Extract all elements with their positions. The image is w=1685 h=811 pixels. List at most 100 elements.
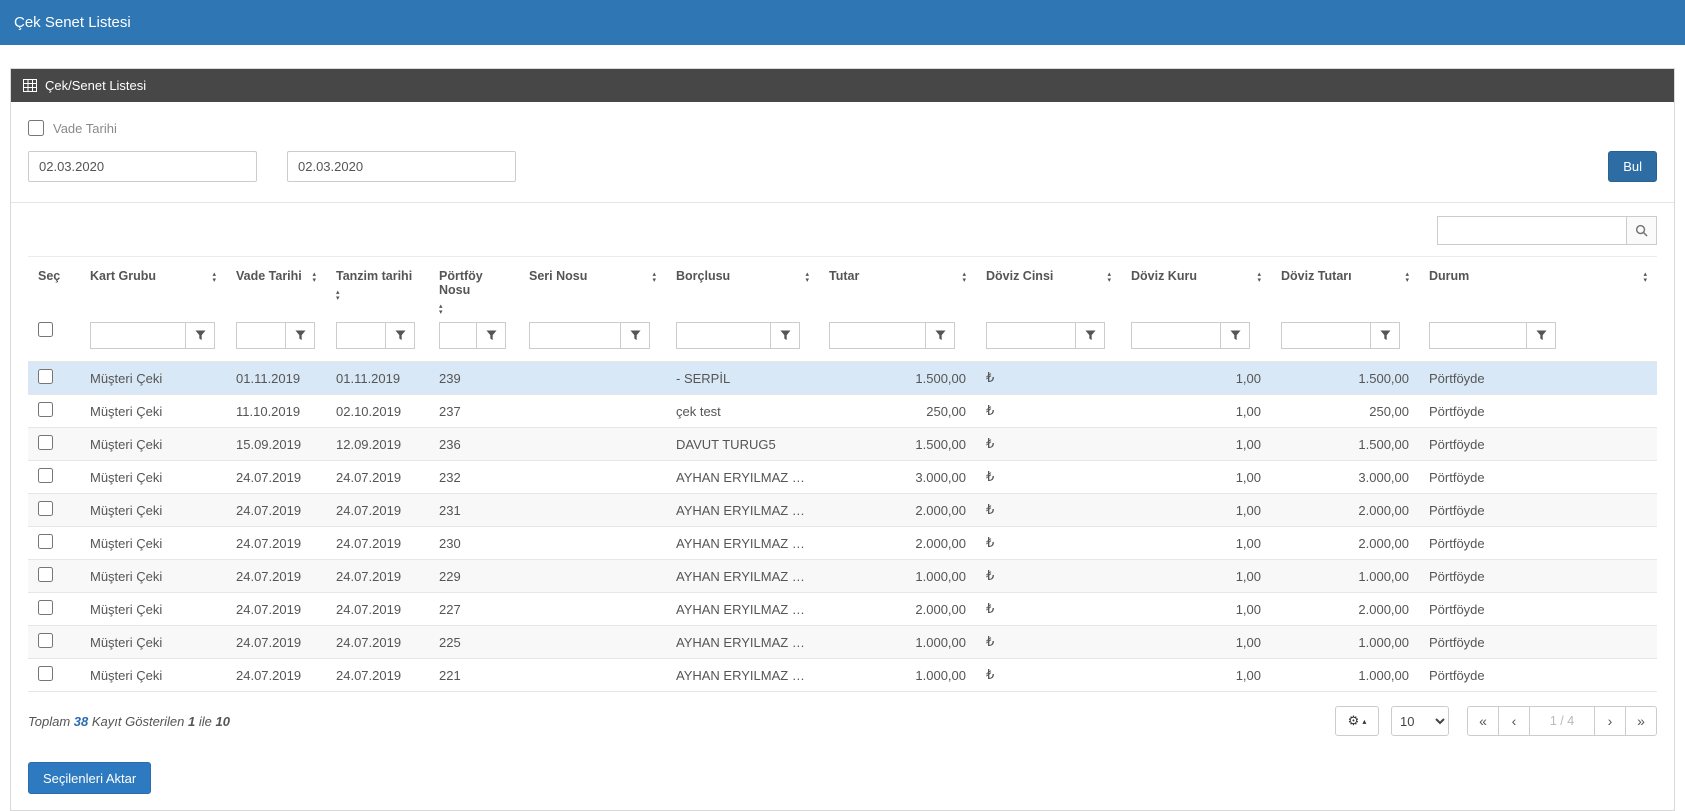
- cell-borclusu: çek test: [666, 395, 819, 428]
- cell-durum: Pörtföyde: [1419, 659, 1657, 692]
- gear-icon: ⚙: [1348, 713, 1360, 729]
- cell-portfoy-nosu: 230: [429, 527, 519, 560]
- column-header-doviz-cinsi[interactable]: Döviz Cinsi▴▾: [976, 257, 1121, 321]
- cell-doviz-tutari: 250,00: [1271, 395, 1419, 428]
- cell-doviz-kuru: 1,00: [1121, 626, 1271, 659]
- filter-button-seri-nosu[interactable]: [620, 322, 650, 349]
- column-label: Döviz Tutarı: [1281, 269, 1352, 283]
- column-header-vade-tarihi[interactable]: Vade Tarihi▴▾: [226, 257, 326, 321]
- column-header-durum[interactable]: Durum▴▾: [1419, 257, 1657, 321]
- filter-button-doviz-kuru[interactable]: [1220, 322, 1250, 349]
- column-header-tutar[interactable]: Tutar▴▾: [819, 257, 976, 321]
- cell-vade-tarihi: 15.09.2019: [226, 428, 326, 461]
- funnel-icon: [486, 330, 497, 341]
- select-all-checkbox[interactable]: [38, 322, 53, 337]
- filter-input-doviz-cinsi[interactable]: [986, 322, 1076, 349]
- filter-input-doviz-kuru[interactable]: [1131, 322, 1221, 349]
- search-input[interactable]: [1437, 216, 1627, 245]
- filter-input-tutar[interactable]: [829, 322, 926, 349]
- prev-page-button[interactable]: ‹: [1498, 706, 1530, 736]
- cell-kart-grubu: Müşteri Çeki: [80, 527, 226, 560]
- funnel-icon: [630, 330, 641, 341]
- table-row[interactable]: Müşteri Çeki15.09.201912.09.2019236DAVUT…: [28, 428, 1657, 461]
- column-label: Kart Grubu: [90, 269, 156, 283]
- sort-icon: ▴▾: [1257, 269, 1261, 284]
- filter-input-doviz-tutari[interactable]: [1281, 322, 1371, 349]
- filter-input-portfoy-nosu[interactable]: [439, 322, 477, 349]
- cell-durum: Pörtföyde: [1419, 395, 1657, 428]
- transfer-selected-button[interactable]: Seçilenleri Aktar: [28, 762, 151, 794]
- cell-tanzim-tarihi: 12.09.2019: [326, 428, 429, 461]
- sort-icon: ▴▾: [336, 287, 340, 302]
- column-header-borclusu[interactable]: Borçlusu▴▾: [666, 257, 819, 321]
- table-row[interactable]: Müşteri Çeki11.10.201902.10.2019237çek t…: [28, 395, 1657, 428]
- cell-portfoy-nosu: 232: [429, 461, 519, 494]
- settings-button[interactable]: ⚙ ▴: [1335, 706, 1379, 736]
- column-header-kart-grubu[interactable]: Kart Grubu▴▾: [80, 257, 226, 321]
- search-button[interactable]: [1626, 216, 1657, 245]
- row-checkbox[interactable]: [38, 666, 53, 681]
- cell-doviz-kuru: 1,00: [1121, 494, 1271, 527]
- vade-tarihi-checkbox[interactable]: [28, 120, 44, 136]
- next-page-button[interactable]: ›: [1594, 706, 1626, 736]
- column-header-doviz-kuru[interactable]: Döviz Kuru▴▾: [1121, 257, 1271, 321]
- filter-button-durum[interactable]: [1526, 322, 1556, 349]
- row-checkbox[interactable]: [38, 369, 53, 384]
- filter-input-seri-nosu[interactable]: [529, 322, 621, 349]
- filter-input-borclusu[interactable]: [676, 322, 771, 349]
- cell-tutar: 2.000,00: [819, 527, 976, 560]
- table-row[interactable]: Müşteri Çeki24.07.201924.07.2019232AYHAN…: [28, 461, 1657, 494]
- first-page-button[interactable]: «: [1467, 706, 1499, 736]
- filter-button-vade-tarihi[interactable]: [285, 322, 315, 349]
- column-header-portfoy-nosu[interactable]: Pörtföy Nosu▴▾: [429, 257, 519, 321]
- cell-doviz-kuru: 1,00: [1121, 461, 1271, 494]
- filter-button-borclusu[interactable]: [770, 322, 800, 349]
- cell-seri-nosu: [519, 428, 666, 461]
- table-footer: Toplam 38 Kayıt Gösterilen 1 ile 10 ⚙ ▴ …: [11, 692, 1674, 750]
- table-row[interactable]: Müşteri Çeki24.07.201924.07.2019229AYHAN…: [28, 560, 1657, 593]
- vade-tarihi-label: Vade Tarihi: [53, 121, 117, 136]
- cell-doviz-tutari: 1.000,00: [1271, 560, 1419, 593]
- filter-input-tanzim-tarihi[interactable]: [336, 322, 386, 349]
- column-header-seri-nosu[interactable]: Seri Nosu▴▾: [519, 257, 666, 321]
- date-from-input[interactable]: [28, 151, 257, 182]
- filter-button-kart-grubu[interactable]: [185, 322, 215, 349]
- row-checkbox[interactable]: [38, 435, 53, 450]
- column-header-doviz-tutari[interactable]: Döviz Tutarı▴▾: [1271, 257, 1419, 321]
- filter-input-kart-grubu[interactable]: [90, 322, 186, 349]
- filter-button-portfoy-nosu[interactable]: [476, 322, 506, 349]
- page-size-select[interactable]: 10: [1391, 706, 1449, 736]
- vade-tarihi-toggle[interactable]: Vade Tarihi: [28, 120, 117, 136]
- table-row[interactable]: Müşteri Çeki24.07.201924.07.2019221AYHAN…: [28, 659, 1657, 692]
- cell-kart-grubu: Müşteri Çeki: [80, 626, 226, 659]
- range-end: 10: [216, 714, 230, 729]
- filter-button-doviz-tutari[interactable]: [1370, 322, 1400, 349]
- filter-button-tutar[interactable]: [925, 322, 955, 349]
- filter-input-vade-tarihi[interactable]: [236, 322, 286, 349]
- cell-doviz-tutari: 2.000,00: [1271, 527, 1419, 560]
- row-checkbox[interactable]: [38, 534, 53, 549]
- cell-tanzim-tarihi: 24.07.2019: [326, 527, 429, 560]
- data-table: SeçKart Grubu▴▾Vade Tarihi▴▾Tanzim tarih…: [28, 256, 1657, 692]
- last-page-button[interactable]: »: [1625, 706, 1657, 736]
- table-row[interactable]: Müşteri Çeki24.07.201924.07.2019227AYHAN…: [28, 593, 1657, 626]
- date-to-input[interactable]: [287, 151, 516, 182]
- row-checkbox[interactable]: [38, 402, 53, 417]
- row-checkbox[interactable]: [38, 633, 53, 648]
- filter-button-doviz-cinsi[interactable]: [1075, 322, 1105, 349]
- bul-button[interactable]: Bul: [1608, 151, 1657, 182]
- table-row[interactable]: Müşteri Çeki24.07.201924.07.2019231AYHAN…: [28, 494, 1657, 527]
- column-label: Pörtföy Nosu: [439, 269, 509, 297]
- cell-kart-grubu: Müşteri Çeki: [80, 428, 226, 461]
- table-row[interactable]: Müşteri Çeki24.07.201924.07.2019230AYHAN…: [28, 527, 1657, 560]
- filter-input-durum[interactable]: [1429, 322, 1527, 349]
- row-checkbox[interactable]: [38, 468, 53, 483]
- funnel-icon: [295, 330, 306, 341]
- row-checkbox[interactable]: [38, 600, 53, 615]
- table-row[interactable]: Müşteri Çeki24.07.201924.07.2019225AYHAN…: [28, 626, 1657, 659]
- filter-button-tanzim-tarihi[interactable]: [385, 322, 415, 349]
- column-header-tanzim-tarihi[interactable]: Tanzim tarihi▴▾: [326, 257, 429, 321]
- table-row[interactable]: Müşteri Çeki01.11.201901.11.2019239- SER…: [28, 362, 1657, 395]
- row-checkbox[interactable]: [38, 501, 53, 516]
- row-checkbox[interactable]: [38, 567, 53, 582]
